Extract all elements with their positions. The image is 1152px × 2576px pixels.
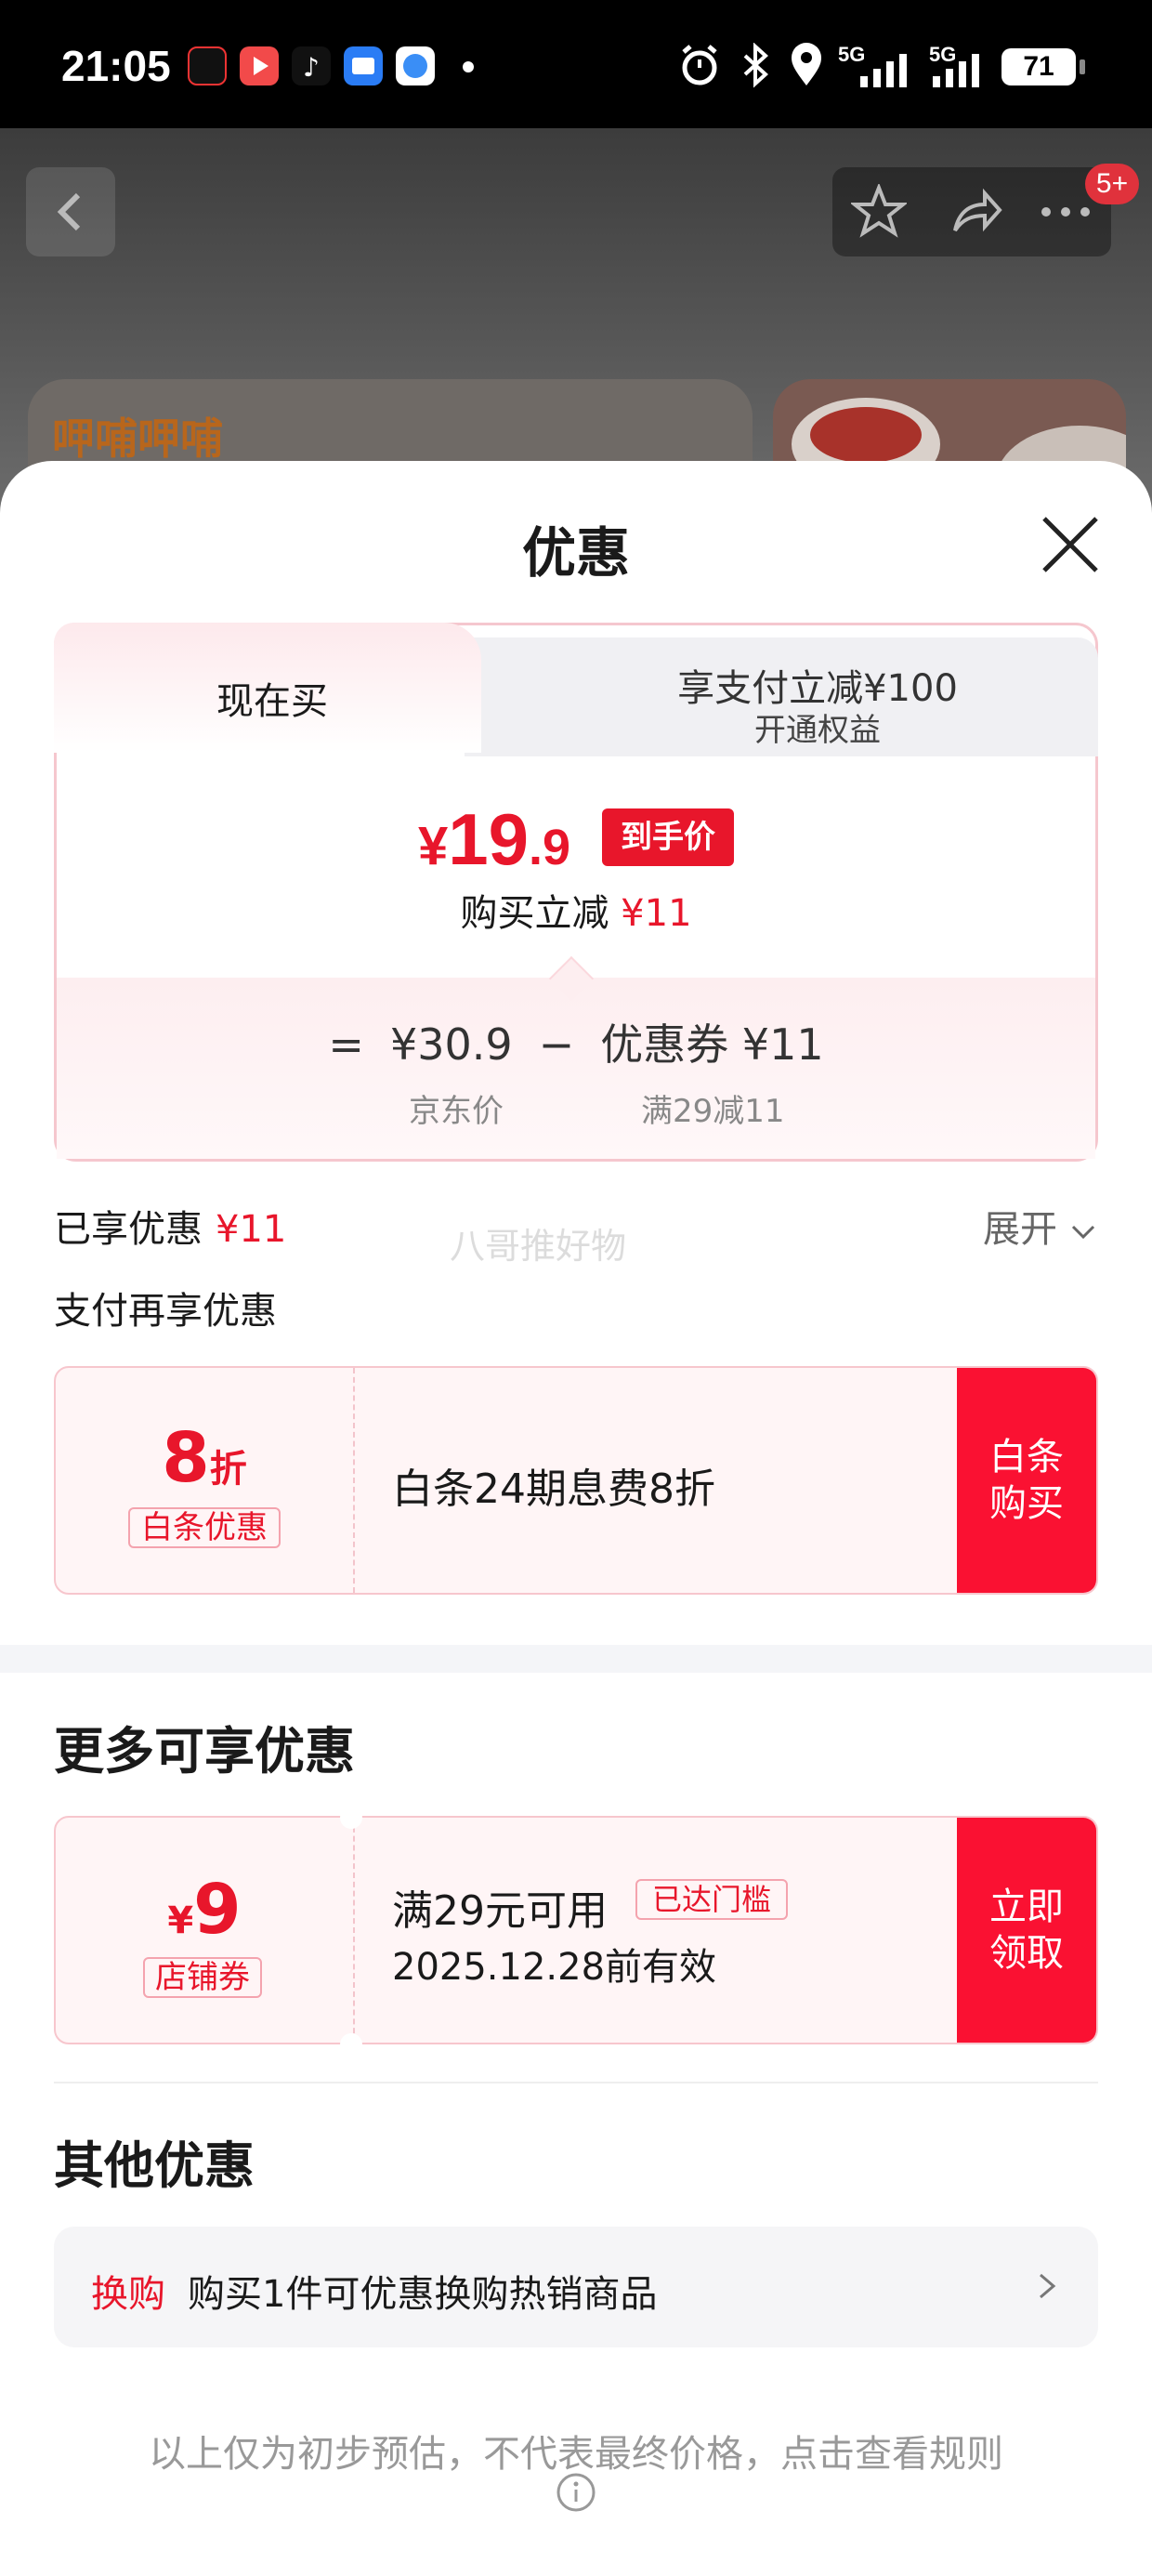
chevron-left-icon — [57, 192, 81, 231]
coupon-amount: 优惠券 ¥11 — [600, 1019, 824, 1070]
enjoyed-label: 已享优惠 — [54, 1208, 203, 1251]
tiktok-icon: ♪ — [292, 46, 331, 85]
files-app-icon — [344, 46, 383, 85]
store-coupon-number: 9 — [193, 1870, 242, 1950]
baitiao-discount: 8折 — [56, 1418, 353, 1498]
location-icon — [792, 43, 821, 85]
alarm-icon — [682, 45, 717, 85]
tab-buy-now-label: 现在买 — [216, 680, 328, 723]
store-coupon-chip: 店铺券 — [143, 1957, 262, 1998]
douyin-lite-icon — [188, 46, 227, 85]
chevron-right-icon — [1040, 2273, 1056, 2299]
back-button[interactable] — [26, 167, 115, 256]
store-coupon-expiry: 2025.12.28前有效 — [392, 1946, 717, 1989]
coupon-notch-bottom — [340, 2033, 362, 2056]
price-disclaimer[interactable]: 以上仅为初步预估，不代表最终价格，点击查看规则 — [0, 2424, 1152, 2477]
baitiao-buy-button[interactable]: 白条 购买 — [957, 1368, 1096, 1593]
coupon-condition-label: 满29减11 — [641, 1093, 785, 1130]
top-actions — [832, 167, 1111, 256]
store-coupon-condition: 满29元可用 — [392, 1887, 608, 1935]
store-coupon-amount: ¥9 — [56, 1870, 353, 1950]
pay-more-label: 支付再享优惠 — [54, 1290, 277, 1333]
coupon-separator — [353, 1818, 355, 2043]
price-decimal: .9 — [529, 820, 571, 875]
reduce-value: ¥11 — [621, 892, 692, 935]
watermark: 八哥推好物 — [450, 1226, 627, 1267]
coupon-notch-top — [340, 1807, 362, 1829]
divider — [54, 2082, 1098, 2083]
star-icon[interactable] — [851, 184, 907, 240]
swap-tag: 换购 — [91, 2273, 165, 2316]
brand-logo: 呷哺呷哺 — [52, 414, 223, 464]
bluetooth-icon — [743, 43, 768, 88]
store-coupon: ¥9 店铺券 满29元可用 已达门槛 2025.12.28前有效 立即 领取 — [54, 1816, 1098, 2044]
close-icon[interactable] — [1035, 509, 1106, 580]
threshold-reached-chip: 已达门槛 — [635, 1879, 788, 1920]
swap-text: 购买1件可优惠换购热销商品 — [188, 2273, 658, 2316]
chevron-down-icon — [1071, 1225, 1094, 1240]
baitiao-description: 白条24期息费8折 — [392, 1465, 715, 1513]
baitiao-number: 8 — [162, 1418, 210, 1498]
notification-badge: 5+ — [1085, 164, 1139, 204]
jd-price: ¥30.9 — [389, 1019, 513, 1070]
baitiao-chip: 白条优惠 — [128, 1507, 281, 1548]
more-discounts-title: 更多可享优惠 — [54, 1722, 355, 1781]
minus-sign: − — [538, 1019, 575, 1070]
enjoyed-value: ¥11 — [216, 1208, 287, 1251]
breakdown-formula: = ¥30.9− 优惠券 ¥11 — [0, 1011, 1152, 1072]
svg-text:♪: ♪ — [303, 52, 320, 83]
signal-icon-2 — [933, 54, 979, 87]
reduce-label: 购买立减 — [460, 892, 609, 935]
final-price: ¥19.9 — [418, 797, 570, 882]
video-app-icon — [240, 46, 279, 85]
equals-sign: = — [328, 1019, 364, 1070]
signal-icon — [860, 54, 907, 87]
baitiao-coupon: 8折 白条优惠 白条24期息费8折 白条 购买 — [54, 1366, 1098, 1595]
price-integer: 19 — [448, 798, 530, 880]
section-divider — [0, 1645, 1152, 1673]
final-price-tag: 到手价 — [602, 808, 734, 866]
baitiao-unit: 折 — [209, 1448, 247, 1491]
enjoyed-discount: 已享优惠 ¥11 — [54, 1199, 286, 1253]
battery-icon: 71 — [1001, 48, 1085, 85]
purchase-reduce: 购买立减 ¥11 — [0, 883, 1152, 937]
coupon-separator — [353, 1368, 355, 1593]
store-coupon-currency: ¥ — [167, 1899, 194, 1942]
tab-pay-reduce-sub: 开通权益 — [754, 712, 881, 749]
expand-label: 展开 — [983, 1208, 1057, 1251]
share-icon[interactable] — [948, 184, 1003, 240]
dot-icon — [463, 61, 474, 72]
jd-price-label: 京东价 — [409, 1093, 504, 1130]
info-icon[interactable] — [556, 2472, 596, 2513]
other-discounts-title: 其他优惠 — [54, 2136, 255, 2195]
claim-coupon-button[interactable]: 立即 领取 — [957, 1818, 1096, 2043]
price-currency: ¥ — [418, 816, 449, 876]
expand-button[interactable]: 展开 — [983, 1199, 1097, 1253]
sheet-title: 优惠 — [521, 521, 630, 585]
status-time: 21:05 — [61, 42, 171, 90]
browser-app-icon — [396, 46, 435, 85]
status-bar: 21:05 ♪ 5G 5G 71 — [0, 0, 1152, 128]
